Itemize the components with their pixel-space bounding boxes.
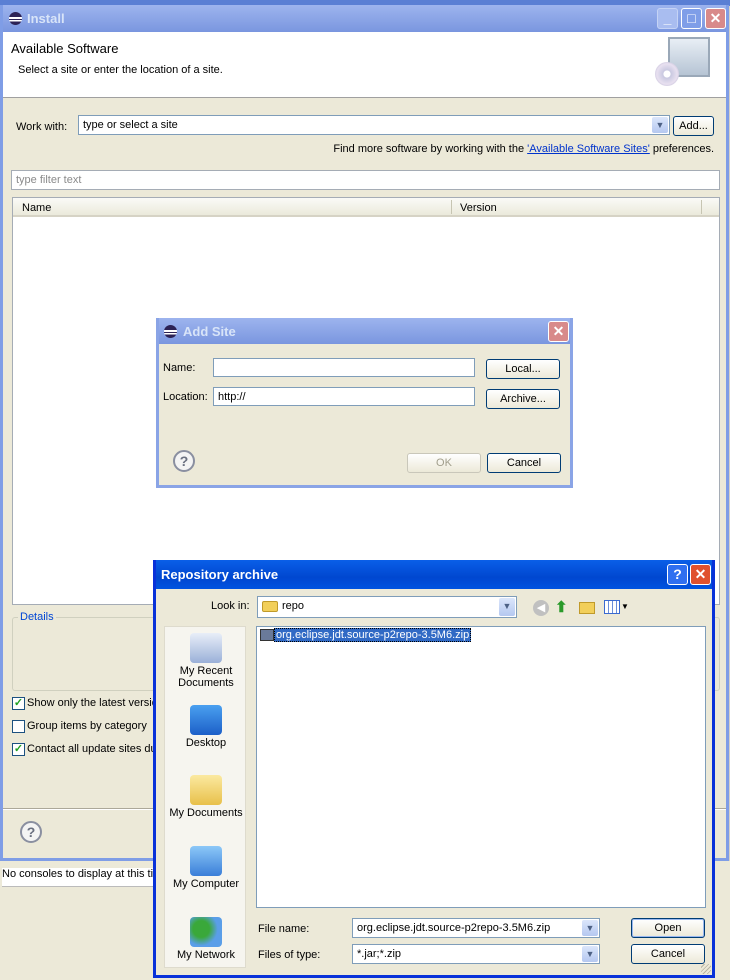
recent-documents-icon [190, 633, 222, 663]
name-label: Name: [163, 362, 196, 374]
cd-icon [655, 62, 679, 86]
group-by-category-label: Group items by category [27, 720, 147, 732]
place-my-computer[interactable]: My Computer [165, 846, 247, 890]
table-header: Name Version [13, 198, 719, 217]
chevron-down-icon[interactable]: ▼ [621, 602, 629, 611]
archive-file-icon [260, 629, 274, 642]
local-button[interactable]: Local... [486, 359, 560, 379]
open-button[interactable]: Open [631, 918, 705, 938]
console-text: No consoles to display at this tin [2, 868, 154, 887]
file-name-label: File name: [258, 923, 310, 935]
find-more-text: Find more software by working with the '… [333, 143, 714, 155]
contact-sites-checkbox[interactable]: ✓ [12, 743, 25, 756]
eclipse-icon [9, 12, 22, 25]
resize-grip[interactable] [701, 964, 711, 974]
column-name[interactable]: Name [22, 202, 51, 214]
file-name-combo[interactable]: org.eclipse.jdt.source-p2repo-3.5M6.zip … [352, 918, 600, 938]
help-icon[interactable]: ? [173, 450, 195, 472]
chevron-down-icon[interactable]: ▼ [499, 598, 515, 616]
work-with-label: Work with: [16, 121, 68, 133]
my-computer-icon [190, 846, 222, 876]
header-title: Available Software [11, 41, 119, 56]
repository-archive-dialog: Repository archive ? ✕ Look in: repo ▼ ◀… [153, 560, 715, 978]
close-button[interactable]: ✕ [705, 8, 726, 29]
show-latest-checkbox[interactable]: ✓ [12, 697, 25, 710]
folder-icon [262, 600, 278, 612]
maximize-button[interactable]: □ [681, 8, 702, 29]
ok-button[interactable]: OK [407, 453, 481, 473]
install-title: Install [27, 11, 65, 26]
file-type-label: Files of type: [258, 949, 321, 961]
place-my-documents[interactable]: My Documents [165, 775, 247, 819]
repo-title: Repository archive [161, 567, 279, 582]
name-input[interactable] [213, 358, 475, 377]
column-divider [701, 200, 702, 214]
place-my-network[interactable]: My Network [165, 917, 247, 961]
add-button[interactable]: Add... [673, 116, 714, 136]
look-in-combo[interactable]: repo ▼ [257, 596, 517, 618]
places-bar: My Recent Documents Desktop My Documents… [164, 626, 246, 968]
add-site-title: Add Site [183, 324, 236, 339]
look-in-label: Look in: [211, 600, 250, 612]
file-item[interactable]: org.eclipse.jdt.source-p2repo-3.5M6.zip [260, 628, 472, 642]
file-list[interactable]: org.eclipse.jdt.source-p2repo-3.5M6.zip [256, 626, 706, 908]
cancel-button[interactable]: Cancel [487, 453, 561, 473]
view-menu-icon[interactable] [604, 600, 620, 614]
add-site-dialog: Add Site ✕ Name: Location: http:// Local… [156, 318, 573, 488]
add-site-titlebar[interactable]: Add Site ✕ [159, 318, 570, 344]
available-software-sites-link[interactable]: 'Available Software Sites' [527, 143, 650, 155]
new-folder-icon[interactable] [579, 602, 595, 614]
back-icon[interactable]: ◀ [533, 600, 549, 616]
my-network-icon [190, 917, 222, 947]
column-version[interactable]: Version [460, 202, 497, 214]
my-documents-icon [190, 775, 222, 805]
repo-titlebar[interactable]: Repository archive ? ✕ [156, 560, 712, 589]
up-folder-icon[interactable]: ⬆ [555, 598, 573, 616]
details-label: Details [18, 611, 56, 623]
chevron-down-icon[interactable]: ▼ [582, 920, 598, 936]
minimize-button[interactable]: _ [657, 8, 678, 29]
close-button[interactable]: ✕ [690, 564, 711, 585]
work-with-combo[interactable]: type or select a site ▼ [78, 115, 670, 135]
location-label: Location: [163, 391, 208, 403]
chevron-down-icon[interactable]: ▼ [652, 117, 668, 133]
help-button[interactable]: ? [667, 564, 688, 585]
close-button[interactable]: ✕ [548, 321, 569, 342]
contact-sites-label: Contact all update sites du [27, 743, 157, 755]
column-divider [451, 200, 452, 214]
location-input[interactable]: http:// [213, 387, 475, 406]
install-titlebar[interactable]: Install _ □ ✕ [3, 5, 726, 32]
eclipse-icon [164, 325, 177, 338]
filter-input[interactable]: type filter text [11, 170, 720, 190]
help-icon[interactable]: ? [20, 821, 42, 843]
install-header: Available Software Select a site or ente… [3, 32, 726, 98]
group-by-category-checkbox[interactable] [12, 720, 25, 733]
chevron-down-icon[interactable]: ▼ [582, 946, 598, 962]
file-type-combo[interactable]: *.jar;*.zip ▼ [352, 944, 600, 964]
cancel-button[interactable]: Cancel [631, 944, 705, 964]
archive-button[interactable]: Archive... [486, 389, 560, 409]
show-latest-label: Show only the latest versio [27, 697, 158, 709]
place-desktop[interactable]: Desktop [165, 705, 247, 749]
header-subtitle: Select a site or enter the location of a… [18, 64, 223, 76]
place-my-recent-documents[interactable]: My Recent Documents [165, 633, 247, 689]
desktop-icon [190, 705, 222, 735]
